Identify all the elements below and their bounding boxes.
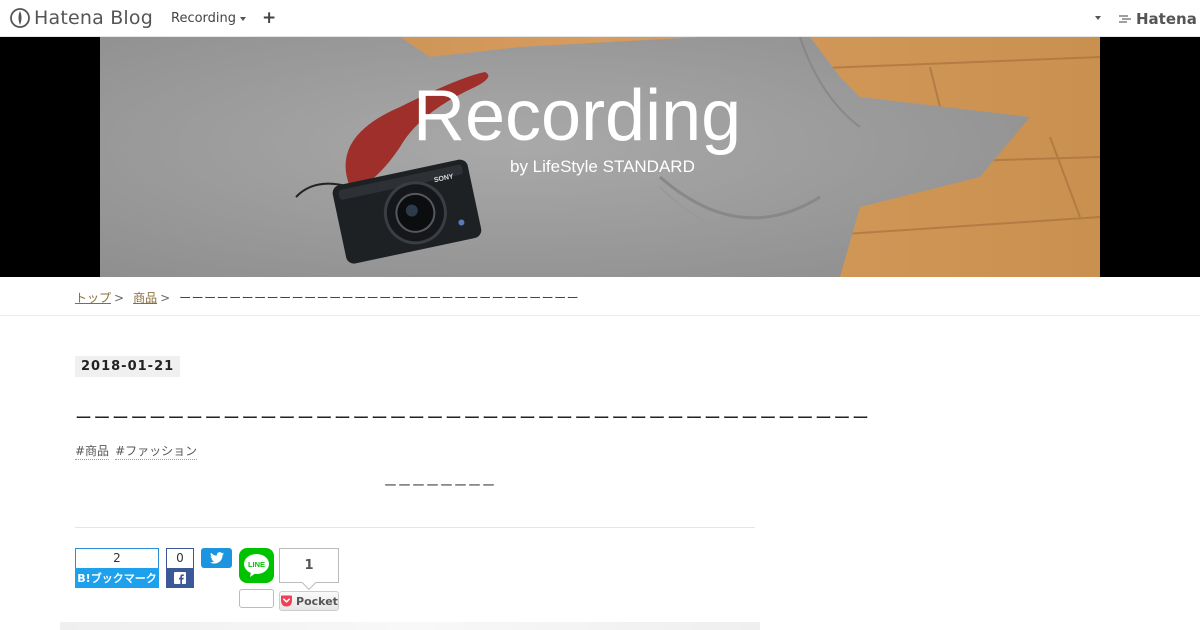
breadcrumb: トップ > 商品 > ーーーーーーーーーーーーーーーーーーーーーーーーーーーーー… (75, 289, 579, 306)
pocket-icon (281, 595, 293, 607)
hatena-brand-link[interactable]: Hatena (1118, 10, 1197, 28)
entry-tags: #商品 #ファッション (75, 442, 198, 460)
hatena-bookmark-label: B!ブックマーク (75, 568, 159, 588)
header-image[interactable]: SONY Recording by LifeStyle STANDARD (100, 37, 1100, 277)
breadcrumb-separator: > (114, 290, 125, 305)
line-icon: LINE (244, 554, 269, 577)
breadcrumb-separator: > (160, 290, 171, 305)
header-band: SONY Recording by LifeStyle STANDARD (0, 37, 1200, 277)
header-subtitle: by LifeStyle STANDARD (510, 157, 695, 176)
hatena-blog-logo-icon (10, 8, 30, 28)
entry-title[interactable]: ーーーーーーーーーーーーーーーーーーーーーーーーーーーーーーーーーーーーーーーー… (75, 404, 871, 429)
hatena-topbar: Hatena Blog Recording + Hatena (0, 0, 1200, 37)
user-menu-chevron-icon[interactable] (1095, 16, 1101, 20)
breadcrumb-link-category[interactable]: 商品 (133, 289, 157, 306)
blog-menu-label: Recording (171, 11, 237, 26)
hatena-bookmark-count: 2 (75, 548, 159, 568)
twitter-icon (209, 552, 224, 564)
add-entry-button[interactable]: + (262, 8, 276, 28)
divider (75, 527, 755, 528)
breadcrumb-link-top[interactable]: トップ (75, 289, 111, 306)
facebook-icon (166, 568, 194, 588)
header-photo: SONY Recording by LifeStyle STANDARD (100, 37, 1100, 277)
blog-menu-dropdown[interactable]: Recording (171, 11, 247, 26)
hatena-brand-label: Hatena (1136, 10, 1197, 28)
facebook-count: 0 (166, 548, 194, 568)
facebook-share-button[interactable]: 0 (166, 548, 194, 588)
logo-text: Hatena Blog (34, 7, 153, 29)
line-share-button[interactable]: LINE (239, 548, 274, 583)
hatena-blog-logo[interactable]: Hatena Blog (10, 7, 153, 29)
pocket-count[interactable]: 1 (279, 548, 339, 583)
line-count-box (239, 589, 274, 608)
line-label: LINE (248, 560, 265, 569)
breadcrumb-current: ーーーーーーーーーーーーーーーーーーーーーーーーーーーーーーーー (179, 291, 580, 305)
hatena-speed-icon (1119, 15, 1131, 23)
entry-subtitle: ーーーーーーーー (384, 479, 497, 494)
entry-date[interactable]: 2018-01-21 (75, 356, 181, 377)
tag-link[interactable]: #ファッション (115, 442, 198, 460)
pocket-label: Pocket (296, 594, 338, 608)
content-preview-fade (60, 622, 760, 630)
chevron-down-icon (240, 16, 247, 21)
tag-link[interactable]: #商品 (75, 442, 110, 460)
pocket-button[interactable]: Pocket (279, 591, 339, 611)
twitter-share-button[interactable] (201, 548, 232, 568)
header-title: Recording (413, 76, 741, 156)
hatena-bookmark-button[interactable]: 2 B!ブックマーク (75, 548, 159, 588)
divider (0, 315, 1200, 316)
